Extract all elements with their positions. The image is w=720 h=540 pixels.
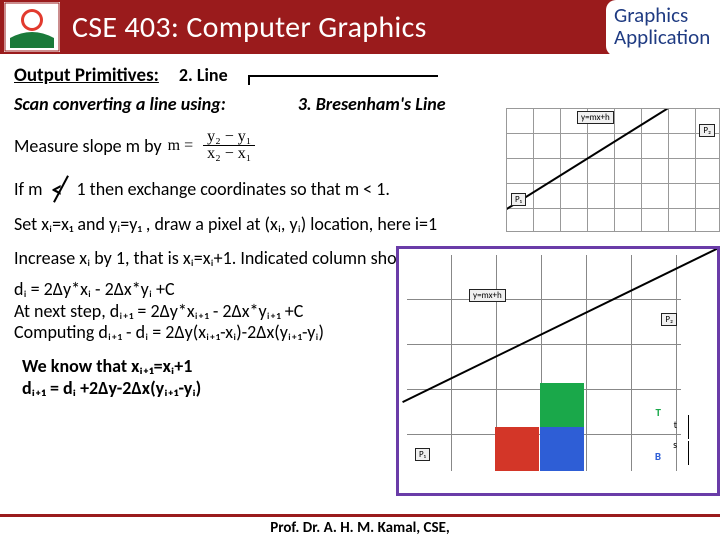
- fig2-T-label: T: [656, 406, 661, 419]
- slope-label: Measure slope m by: [14, 135, 162, 157]
- method-name: 3. Bresenham's Line: [298, 93, 446, 115]
- fig2-eq-label: y=mx+h: [469, 289, 506, 302]
- footer-author: Prof. Dr. A. H. M. Kamal, CSE,: [0, 514, 720, 540]
- cond-post: 1 then exchange coordinates so that m < …: [76, 178, 389, 200]
- fig2-p2-label: P₂: [661, 313, 677, 326]
- institution-logo: [4, 2, 60, 52]
- fig1-eq-label: y=mx+h: [577, 111, 614, 124]
- cond-pre: If m: [14, 178, 42, 200]
- scan-label: Scan converting a line using:: [14, 93, 226, 115]
- figure-2-grid: y=mx+h P₂ P₁ T B t s: [396, 246, 720, 496]
- fig1-p2-label: P₂: [699, 124, 715, 137]
- fig2-grid: [407, 255, 681, 471]
- heading-row: Output Primitives: 2. Line: [14, 64, 706, 87]
- callout-line-1: Graphics: [614, 4, 716, 26]
- fig2-bracket-t: [681, 415, 689, 439]
- section-heading: Output Primitives:: [14, 64, 159, 87]
- slope-eq: m =: [168, 138, 199, 154]
- slope-den: x₂ − x₁: [203, 146, 255, 162]
- fig2-t-mark: t: [674, 418, 677, 431]
- subheading-line: 2. Line: [179, 64, 228, 86]
- fig2-start-cell: [495, 427, 539, 471]
- fig1-p1-label: P₁: [511, 193, 526, 206]
- slope-num: y₂ − y₁: [203, 129, 255, 146]
- callout-line-2: Application: [614, 26, 716, 48]
- bracket-decoration: [248, 75, 438, 85]
- slope-formula: m = y₂ − y₁ x₂ − x₁: [162, 129, 256, 162]
- figure-1-grid: P₁ y=mx+h P₂: [506, 108, 720, 232]
- fig2-bottom-cell: [540, 427, 584, 471]
- fig1-line: [506, 108, 719, 215]
- fig2-p1-label: P₁: [415, 448, 430, 461]
- fig2-B-label: B: [655, 450, 661, 463]
- fig2-s-mark: s: [673, 438, 677, 451]
- title-bar: CSE 403: Computer Graphics Graphics Appl…: [0, 0, 720, 54]
- fig2-bracket-s: [681, 441, 689, 465]
- page-title: CSE 403: Computer Graphics: [72, 9, 427, 46]
- fig2-top-cell: [540, 383, 584, 427]
- not-less-icon: [48, 176, 70, 202]
- topic-callout: Graphics Application: [606, 0, 720, 56]
